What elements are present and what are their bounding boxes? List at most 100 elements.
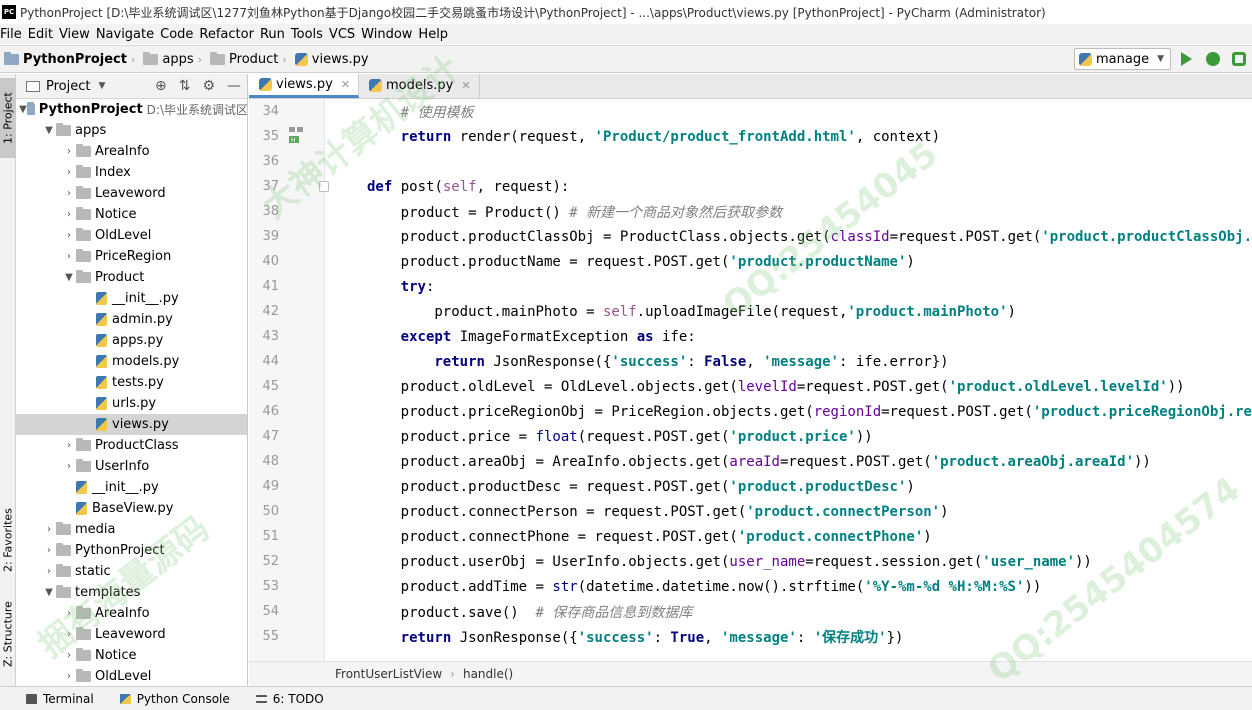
tree-folder-row[interactable]: › AreaInfo [16,603,247,624]
tree-folder-row[interactable]: ▼ PythonProject D:\毕业系统调试区 [16,99,247,120]
code-line[interactable]: 55 return JsonResponse({'success': True, … [249,624,1252,649]
code-line[interactable]: 36 [249,149,1252,174]
menu-view[interactable]: View [59,27,96,42]
tree-folder-row[interactable]: › Notice [16,204,247,225]
tree-folder-row[interactable]: › OldLevel [16,666,247,686]
chevron-right-icon[interactable]: › [62,650,76,661]
chevron-right-icon[interactable]: › [42,524,56,535]
chevron-right-icon[interactable]: › [42,545,56,556]
nav-crumb-product[interactable]: Product [210,51,278,67]
tree-file-row[interactable]: admin.py [16,309,247,330]
chevron-down-icon[interactable]: ▼ [98,81,105,91]
fold-marker-icon[interactable] [319,181,329,192]
chevron-right-icon[interactable]: › [62,209,76,220]
tree-folder-row[interactable]: › PriceRegion [16,246,247,267]
hide-panel-icon[interactable]: — [227,78,241,94]
code-line[interactable]: 43 except ImageFormatException as ife: [249,324,1252,349]
menu-refactor[interactable]: Refactor [199,27,260,42]
menu-code[interactable]: Code [160,27,199,42]
project-panel-title[interactable]: Project [46,79,90,94]
nav-crumb-project[interactable]: PythonProject [4,51,127,67]
code-breadcrumb-method[interactable]: handle() [463,667,513,681]
tree-folder-row[interactable]: › Leaveword [16,183,247,204]
chevron-right-icon[interactable]: › [62,146,76,157]
chevron-right-icon[interactable]: › [62,230,76,241]
tree-folder-row[interactable]: ▼ apps [16,120,247,141]
tree-file-row[interactable]: tests.py [16,372,247,393]
tree-folder-row[interactable]: › UserInfo [16,456,247,477]
gear-icon[interactable]: ⚙ [202,78,215,94]
menu-vcs[interactable]: VCS [329,27,361,42]
tree-file-row[interactable]: __init__.py [16,477,247,498]
tab-models-py[interactable]: models.py ✕ [359,74,480,98]
code-line[interactable]: 42 product.mainPhoto = self.uploadImageFi… [249,299,1252,324]
chevron-right-icon[interactable]: › [62,251,76,262]
code-line[interactable]: 34 # 使用模板 [249,99,1252,124]
code-line[interactable]: 49 product.productDesc = request.POST.get… [249,474,1252,499]
tree-folder-row[interactable]: › Leaveword [16,624,247,645]
code-line[interactable]: 53 product.addTime = str(datetime.datetim… [249,574,1252,599]
chevron-down-icon[interactable]: ▼ [62,272,76,283]
code-line[interactable]: 46 product.priceRegionObj = PriceRegion.o… [249,399,1252,424]
code-line[interactable]: 45 product.oldLevel = OldLevel.objects.ge… [249,374,1252,399]
tree-file-row[interactable]: urls.py [16,393,247,414]
chevron-right-icon[interactable]: › [62,608,76,619]
tree-folder-row[interactable]: › AreaInfo [16,141,247,162]
tree-folder-row[interactable]: › OldLevel [16,225,247,246]
code-line[interactable]: 39 product.productClassObj = ProductClass… [249,224,1252,249]
tool-tab-project[interactable]: 1: Project [0,78,16,158]
code-line[interactable]: 51 product.connectPhone = request.POST.ge… [249,524,1252,549]
tree-folder-row[interactable]: › Index [16,162,247,183]
code-line[interactable]: 50 product.connectPerson = request.POST.g… [249,499,1252,524]
locate-file-icon[interactable]: ⊕ [155,78,167,94]
todo-tab[interactable]: 6: TODO [255,692,324,706]
code-view[interactable]: 34 # 使用模板 35 return render(request, 'Produc… [249,99,1252,661]
menu-run[interactable]: Run [260,27,291,42]
tree-file-row[interactable]: __init__.py [16,288,247,309]
menu-help[interactable]: Help [418,27,454,42]
tree-folder-row[interactable]: › PythonProject [16,540,247,561]
tree-file-row[interactable]: BaseView.py [16,498,247,519]
tool-tab-structure[interactable]: Z: Structure [0,590,16,678]
tree-folder-row[interactable]: › static [16,561,247,582]
chevron-right-icon[interactable]: › [62,671,76,682]
close-icon[interactable]: ✕ [341,78,350,91]
code-breadcrumb-class[interactable]: FrontUserListView [335,667,442,681]
tab-views-py[interactable]: views.py ✕ [249,74,360,98]
terminal-tab[interactable]: Terminal [26,692,94,706]
menu-tools[interactable]: Tools [291,27,329,42]
code-line[interactable]: 44 return JsonResponse({'success': False,… [249,349,1252,374]
python-console-tab[interactable]: Python Console [119,692,230,706]
code-line[interactable]: 41 try: [249,274,1252,299]
code-line[interactable]: 52 product.userObj = UserInfo.objects.get… [249,549,1252,574]
tree-file-row[interactable]: apps.py [16,330,247,351]
code-line[interactable]: 48 product.areaObj = AreaInfo.objects.get… [249,449,1252,474]
tree-folder-row[interactable]: › Notice [16,645,247,666]
chevron-right-icon[interactable]: › [42,566,56,577]
code-line[interactable]: 38 product = Product() # 新建一个商品对象然后获取参数 [249,199,1252,224]
tree-folder-row[interactable]: ▼ templates [16,582,247,603]
menu-edit[interactable]: Edit [28,27,59,42]
tree-folder-row[interactable]: › media [16,519,247,540]
code-line[interactable]: 40 product.productName = request.POST.get… [249,249,1252,274]
code-line[interactable]: 37 def post(self, request): [249,174,1252,199]
chevron-right-icon[interactable]: › [62,461,76,472]
tool-tab-favorites[interactable]: 2: Favorites [0,494,16,586]
run-icon[interactable] [1181,52,1192,66]
menu-window[interactable]: Window [361,27,418,42]
chevron-down-icon[interactable]: ▼ [19,104,27,115]
nav-crumb-apps[interactable]: apps [143,51,194,67]
chevron-right-icon[interactable]: › [62,629,76,640]
tree-folder-row[interactable]: › ProductClass [16,435,247,456]
chevron-right-icon[interactable]: › [62,440,76,451]
tree-folder-row[interactable]: ▼ Product [16,267,247,288]
code-line[interactable]: 35 return render(request, 'Product/produc… [249,124,1252,149]
menu-file[interactable]: File [0,27,28,42]
debug-icon[interactable] [1206,52,1220,66]
chevron-down-icon[interactable]: ▼ [42,587,56,598]
nav-crumb-views[interactable]: views.py [294,52,369,67]
chevron-down-icon[interactable]: ▼ [42,125,56,136]
code-line[interactable]: 47 product.price = float(request.POST.get… [249,424,1252,449]
chevron-right-icon[interactable]: › [62,167,76,178]
chevron-right-icon[interactable]: › [62,188,76,199]
